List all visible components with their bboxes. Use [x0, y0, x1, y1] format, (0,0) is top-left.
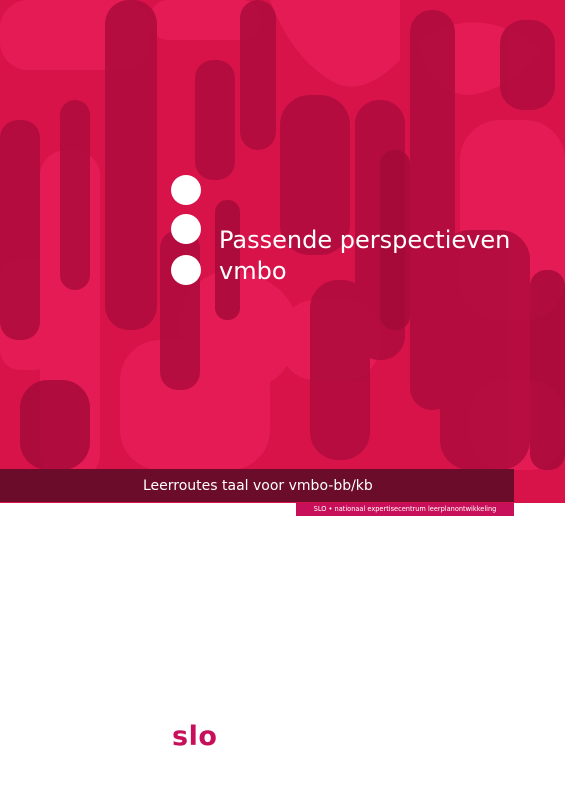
cover-title-line1: Passende perspectieven — [219, 226, 511, 254]
cover-artwork: Passende perspectieven vmbo Leerroutes t… — [0, 0, 565, 503]
slo-logo: slo — [172, 721, 218, 752]
bullet-dot-3 — [171, 255, 201, 285]
bullet-dot-1 — [171, 175, 201, 205]
cover-title-line2: vmbo — [219, 257, 287, 285]
organisation-tag: SLO • nationaal expertisecentrum leerpla… — [296, 503, 514, 516]
cover-subtitle: Leerroutes taal voor vmbo-bb/kb — [143, 478, 373, 494]
cover-title: Passende perspectieven vmbo — [219, 225, 510, 287]
bullet-dot-2 — [171, 214, 201, 244]
